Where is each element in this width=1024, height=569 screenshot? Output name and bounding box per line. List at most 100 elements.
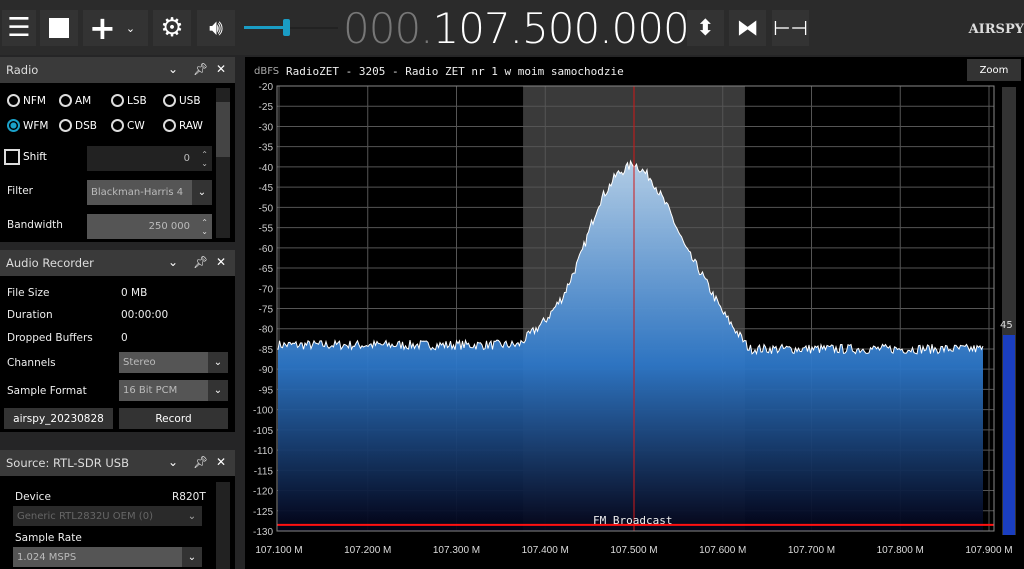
y-tick-label: -80	[259, 325, 274, 336]
pin-icon[interactable]: 📌︎	[193, 455, 208, 469]
bandwidth-input[interactable]: 250 000 ⌃ ⌄	[87, 214, 212, 239]
menu-button[interactable]: ☰	[2, 10, 36, 46]
y-tick-label: -50	[259, 203, 274, 214]
panel-header: Audio Recorder ⌄ 📌︎ ✕	[0, 250, 235, 276]
menu-icon: ☰	[7, 13, 31, 43]
filter-label: Filter	[7, 185, 34, 197]
chevron-down-icon[interactable]: ⌄	[182, 506, 202, 526]
record-button[interactable]: Record	[119, 408, 228, 429]
mode-usb[interactable]: USB	[163, 94, 201, 107]
y-tick-label: -125	[253, 507, 273, 518]
pin-icon[interactable]: 📌︎	[193, 62, 208, 76]
y-tick-label: -115	[254, 466, 274, 477]
scrollbar[interactable]	[216, 88, 230, 238]
add-button[interactable]: + ⌄	[83, 9, 148, 47]
filter-select[interactable]: Blackman-Harris 4 ⌄	[87, 180, 212, 205]
spectrum-chart[interactable]: -20 -25 -30 -35 -40 -45 -50 -55 -60 -65 -70 -75 -80 -…	[245, 57, 1024, 569]
close-icon[interactable]: ✕	[216, 455, 226, 469]
source-panel: Source: RTL-SDR USB ⌄ 📌︎ ✕ Device R820T Ge…	[0, 450, 235, 569]
radio-icon	[163, 94, 176, 107]
spectrum-view[interactable]: -20 -25 -30 -35 -40 -45 -50 -55 -60 -65 -70 -75 -80 -…	[245, 57, 1024, 569]
y-tick-label: -130	[253, 527, 273, 538]
volume-slider-handle[interactable]	[283, 19, 291, 36]
y-tick-label: -55	[259, 224, 274, 235]
mode-label: CW	[127, 119, 145, 132]
sample-rate-value: 1.024 MSPS	[17, 551, 77, 563]
sample-format-select[interactable]: 16 Bit PCM ⌄	[119, 380, 228, 401]
chevron-down-icon[interactable]: ⌄	[168, 455, 178, 469]
shift-label: Shift	[23, 151, 47, 163]
chevron-down-icon[interactable]: ⌄	[168, 62, 178, 76]
file-name-button[interactable]: airspy_20230828	[4, 408, 113, 429]
add-icon: +	[89, 9, 116, 47]
band-label: FM Broadcast	[593, 514, 673, 527]
spectrum-fill	[278, 161, 983, 531]
mode-cw[interactable]: CW	[111, 119, 145, 132]
zoom-button[interactable]: Zoom	[967, 59, 1021, 81]
shift-value: 0	[183, 153, 190, 164]
mode-am[interactable]: AM	[59, 94, 91, 107]
close-icon[interactable]: ✕	[216, 62, 226, 76]
airspy-logo: AIRSPY	[968, 22, 1024, 37]
chevron-down-icon[interactable]: ⌄	[168, 255, 178, 269]
device-select[interactable]: Generic RTL2832U OEM (0) ⌄	[13, 506, 202, 526]
span-button[interactable]: ⊢⊣	[772, 10, 809, 46]
frequency-display[interactable]: 000.107.500.000	[343, 4, 690, 53]
y-tick-label: -20	[259, 82, 274, 93]
tune-step-button[interactable]: ⬍	[687, 10, 724, 46]
y-tick-label: -85	[259, 345, 274, 356]
settings-button[interactable]: ⚙	[153, 10, 191, 46]
unit-label: dBFS	[254, 66, 280, 77]
mode-raw[interactable]: RAW	[163, 119, 203, 132]
close-icon[interactable]: ✕	[216, 255, 226, 269]
spinner-icon[interactable]: ⌃ ⌄	[201, 150, 208, 168]
x-tick-label: 107.700 M	[788, 545, 835, 556]
pin-icon[interactable]: 📌︎	[193, 255, 208, 269]
panel-header: Radio ⌄ 📌︎ ✕	[0, 57, 235, 83]
volume-slider[interactable]	[244, 12, 338, 42]
center-button[interactable]: ⧓	[729, 10, 766, 46]
shift-input[interactable]: 0 ⌃ ⌄	[87, 146, 212, 171]
mode-label: WFM	[23, 119, 49, 132]
mode-lsb[interactable]: LSB	[111, 94, 147, 107]
x-tick-label: 107.600 M	[699, 545, 746, 556]
stop-button[interactable]	[40, 10, 78, 46]
chevron-down-icon[interactable]: ⌄	[208, 352, 228, 373]
scrollbar[interactable]	[216, 482, 230, 569]
channels-select[interactable]: Stereo ⌄	[119, 352, 228, 373]
audio-button[interactable]: 🔊︎	[197, 10, 235, 46]
y-tick-label: -120	[253, 487, 273, 498]
mode-dsb[interactable]: DSB	[59, 119, 97, 132]
y-tick-label: -35	[259, 143, 274, 154]
y-tick-label: -75	[259, 305, 274, 316]
x-tick-label: 107.300 M	[433, 545, 480, 556]
mode-nfm[interactable]: NFM	[7, 94, 46, 107]
spinner-icon[interactable]: ⌃ ⌄	[201, 218, 208, 236]
audio-recorder-panel: Audio Recorder ⌄ 📌︎ ✕ File Size 0 MB Durat…	[0, 250, 235, 432]
gain-bar[interactable]: 45	[1000, 87, 1016, 535]
device-value: Generic RTL2832U OEM (0)	[17, 510, 153, 522]
mode-wfm[interactable]: WFM	[7, 119, 48, 132]
bandwidth-label: Bandwidth	[7, 219, 63, 231]
file-size-value: 0 MB	[121, 287, 148, 299]
chevron-down-icon[interactable]: ⌄	[192, 180, 212, 205]
channels-value: Stereo	[123, 357, 156, 368]
shift-checkbox[interactable]: Shift	[4, 149, 47, 165]
file-size-label: File Size	[7, 287, 50, 299]
gear-icon: ⚙	[160, 13, 184, 43]
device-label: Device	[15, 491, 51, 503]
bandwidth-value: 250 000	[148, 221, 190, 232]
duration-value: 00:00:00	[121, 309, 169, 321]
channels-label: Channels	[7, 357, 56, 369]
rds-station-text: RadioZET - 3205 - Radio ZET nr 1 w moim …	[286, 65, 624, 78]
dropped-buffers-value: 0	[121, 332, 128, 344]
chevron-down-icon[interactable]: ⌄	[208, 380, 228, 401]
radio-icon	[7, 94, 20, 107]
chevron-down-icon: ⌄	[125, 21, 136, 35]
gain-value: 45	[1000, 320, 1013, 331]
y-tick-label: -100	[253, 406, 273, 417]
sample-rate-select[interactable]: 1.024 MSPS ⌄	[13, 547, 202, 567]
radio-icon	[111, 94, 124, 107]
toolbar: ☰ + ⌄ ⚙ 🔊︎ 000.107.500.000 ⬍ ⧓ ⊢⊣ AIRSPY	[0, 0, 1024, 55]
chevron-down-icon[interactable]: ⌄	[182, 547, 202, 567]
